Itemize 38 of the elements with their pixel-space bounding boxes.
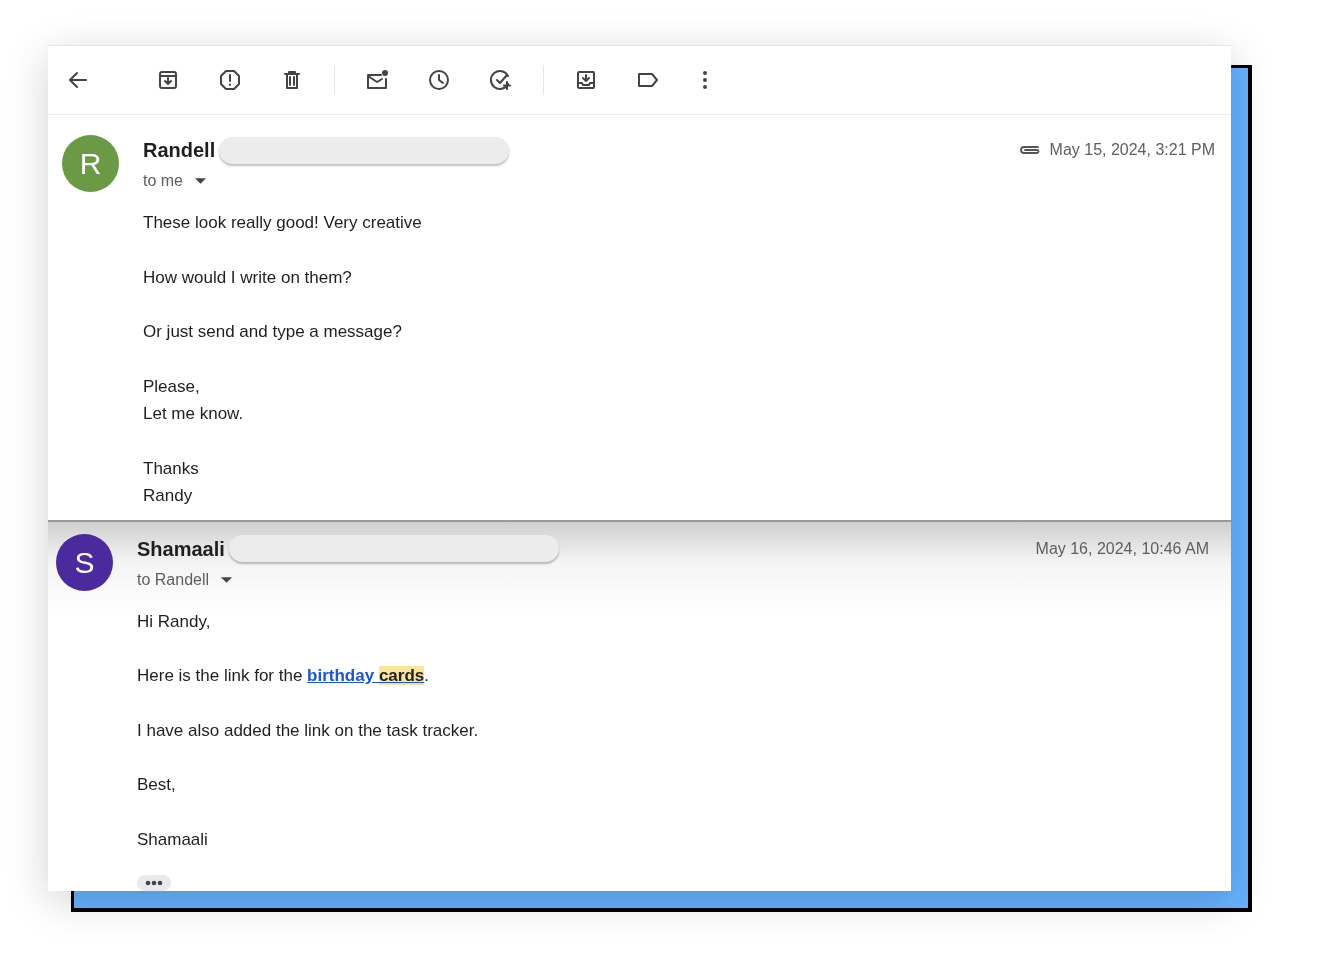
message-line: How would I write on them? xyxy=(143,266,352,289)
more-icon xyxy=(703,71,707,89)
message-date: May 15, 2024, 3:21 PM xyxy=(1049,140,1215,160)
add-task-button[interactable] xyxy=(489,68,513,92)
snooze-button[interactable] xyxy=(427,68,451,92)
sender-name: Randell xyxy=(143,138,216,163)
message-line: Hi Randy, xyxy=(137,610,211,633)
message-line: Please, xyxy=(143,375,200,398)
sender-name: Shamaali xyxy=(137,536,225,562)
mail-icon xyxy=(365,68,389,92)
task-add-icon xyxy=(489,68,513,92)
recipient-text: to Randell xyxy=(137,569,210,590)
archive-icon xyxy=(156,68,180,92)
message-line: Here is the link for the birthday cards. xyxy=(137,665,429,687)
message-line: These look really good! Very creative xyxy=(143,212,422,234)
archive-button[interactable] xyxy=(156,68,180,92)
message-line: Shamaali xyxy=(137,828,208,851)
recipient-text: to me xyxy=(143,171,183,191)
message-line: Let me know. xyxy=(143,403,244,425)
link[interactable]: birthday cards xyxy=(307,666,425,685)
spam-button[interactable] xyxy=(218,68,242,92)
mark-unread-button[interactable] xyxy=(365,68,389,92)
message-line: Best, xyxy=(137,774,176,796)
inbox-move-icon xyxy=(574,68,598,92)
report-icon xyxy=(218,68,242,92)
avatar: R xyxy=(62,135,119,192)
dropdown-caret-icon[interactable] xyxy=(221,576,233,583)
message-line: I have also added the link on the task tracker. xyxy=(137,719,479,742)
message-line: Thanks xyxy=(143,457,199,480)
message-line: Or just send and type a message? xyxy=(143,321,402,343)
message-date: May 16, 2024, 10:46 AM xyxy=(1035,538,1209,559)
avatar: S xyxy=(56,533,113,591)
move-button[interactable] xyxy=(574,68,598,92)
dropdown-caret-icon[interactable] xyxy=(195,178,206,184)
clock-icon xyxy=(427,68,451,92)
more-icon xyxy=(144,880,164,886)
show-trimmed-button[interactable] xyxy=(137,875,171,891)
message-line: Randy xyxy=(143,485,193,507)
